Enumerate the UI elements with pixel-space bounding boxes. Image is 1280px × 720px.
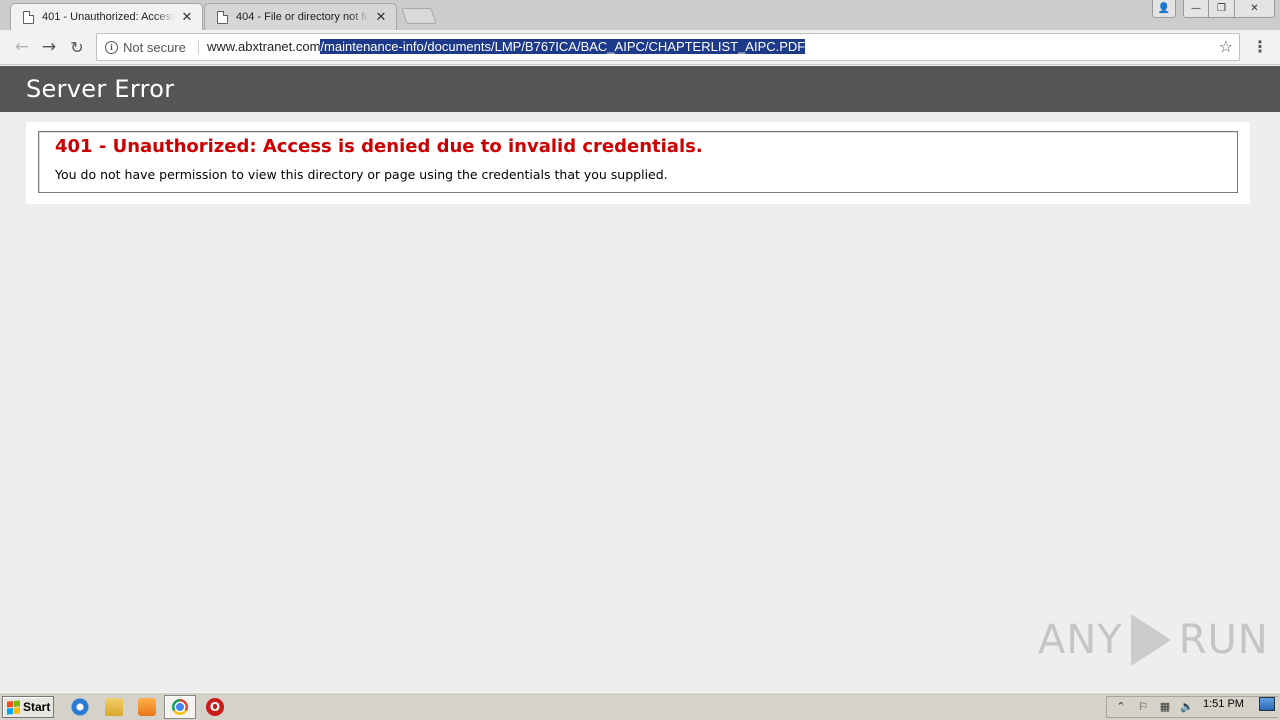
page-icon (217, 10, 228, 24)
server-error-header: Server Error (0, 66, 1280, 112)
url-text[interactable]: www.abxtranet.com/maintenance-info/docum… (207, 39, 806, 54)
start-button[interactable]: Start (2, 696, 54, 718)
watermark-text-right: RUN (1178, 617, 1269, 663)
watermark-text-left: ANY (1038, 617, 1123, 663)
address-bar[interactable]: i Not secure www.abxtranet.com/maintenan… (96, 33, 1240, 61)
info-icon[interactable]: i (105, 41, 118, 54)
win-logo-yellow (14, 706, 20, 714)
page-viewport: Server Error 401 - Unauthorized: Access … (0, 66, 1280, 692)
tab-404-not-found[interactable]: 404 - File or directory not found. ✕ (204, 3, 397, 30)
menu-dots-icon[interactable]: ⋮ (1252, 38, 1268, 56)
win-logo-red (7, 700, 13, 708)
taskbar-clock[interactable]: 1:51 PM (1203, 698, 1244, 710)
url-host: www.abxtranet.com (207, 39, 321, 54)
error-fieldset: 401 - Unauthorized: Access is denied due… (38, 131, 1238, 193)
play-icon (1130, 614, 1171, 666)
win-logo-blue (7, 707, 13, 715)
network-icon[interactable]: ▦ (1157, 699, 1173, 715)
show-hidden-icons-icon[interactable]: ⌃ (1113, 699, 1129, 715)
browser-toolbar: ← → ↻ i Not secure www.abxtranet.com/mai… (0, 30, 1280, 65)
page-icon (23, 10, 34, 24)
forward-arrow-icon[interactable]: → (39, 37, 59, 57)
new-tab-button[interactable] (401, 8, 437, 24)
reload-icon[interactable]: ↻ (67, 37, 87, 57)
maximize-button[interactable]: ❐ (1209, 0, 1235, 18)
error-title: 401 - Unauthorized: Access is denied due… (55, 136, 703, 157)
start-label: Start (23, 700, 51, 714)
tab-strip: 401 - Unauthorized: Access is denied due… (0, 0, 1280, 30)
windows-logo-icon (7, 699, 20, 715)
tab-title: 404 - File or directory not found. (236, 11, 369, 23)
close-icon[interactable]: ✕ (179, 9, 195, 25)
error-description: You do not have permission to view this … (55, 167, 668, 182)
action-center-flag-icon[interactable]: ⚐ (1135, 699, 1151, 715)
taskbar: Start O ⌃ ⚐ ▦ 🔈 1:51 PM (0, 692, 1280, 720)
show-desktop-button[interactable] (1259, 697, 1275, 711)
tab-401-unauthorized[interactable]: 401 - Unauthorized: Access is denied due… (10, 3, 203, 30)
win-logo-green (14, 699, 20, 707)
bookmark-star-icon[interactable]: ☆ (1219, 37, 1233, 56)
url-path-selected: /maintenance-info/documents/LMP/B767ICA/… (320, 39, 806, 54)
window-close-button[interactable]: ✕ (1235, 0, 1275, 18)
system-tray: ⌃ ⚐ ▦ 🔈 (1106, 696, 1278, 718)
divider (198, 40, 199, 55)
opera-icon[interactable]: O (206, 698, 224, 716)
chrome-icon (172, 699, 188, 715)
anyrun-watermark: ANY RUN (1038, 610, 1269, 670)
page-title: Server Error (26, 75, 175, 103)
content-panel: 401 - Unauthorized: Access is denied due… (26, 122, 1250, 204)
volume-icon[interactable]: 🔈 (1179, 699, 1195, 715)
back-arrow-icon[interactable]: ← (12, 37, 32, 57)
security-label[interactable]: Not secure (123, 40, 186, 55)
close-icon[interactable]: ✕ (373, 9, 389, 25)
user-icon[interactable]: 👤 (1152, 0, 1176, 18)
minimize-button[interactable]: — (1183, 0, 1209, 18)
tab-title: 401 - Unauthorized: Access is denied due… (42, 11, 175, 23)
media-player-icon[interactable] (138, 698, 156, 716)
file-explorer-icon[interactable] (105, 698, 123, 716)
chrome-taskbar-button[interactable] (164, 695, 196, 719)
internet-explorer-icon[interactable] (71, 698, 89, 716)
